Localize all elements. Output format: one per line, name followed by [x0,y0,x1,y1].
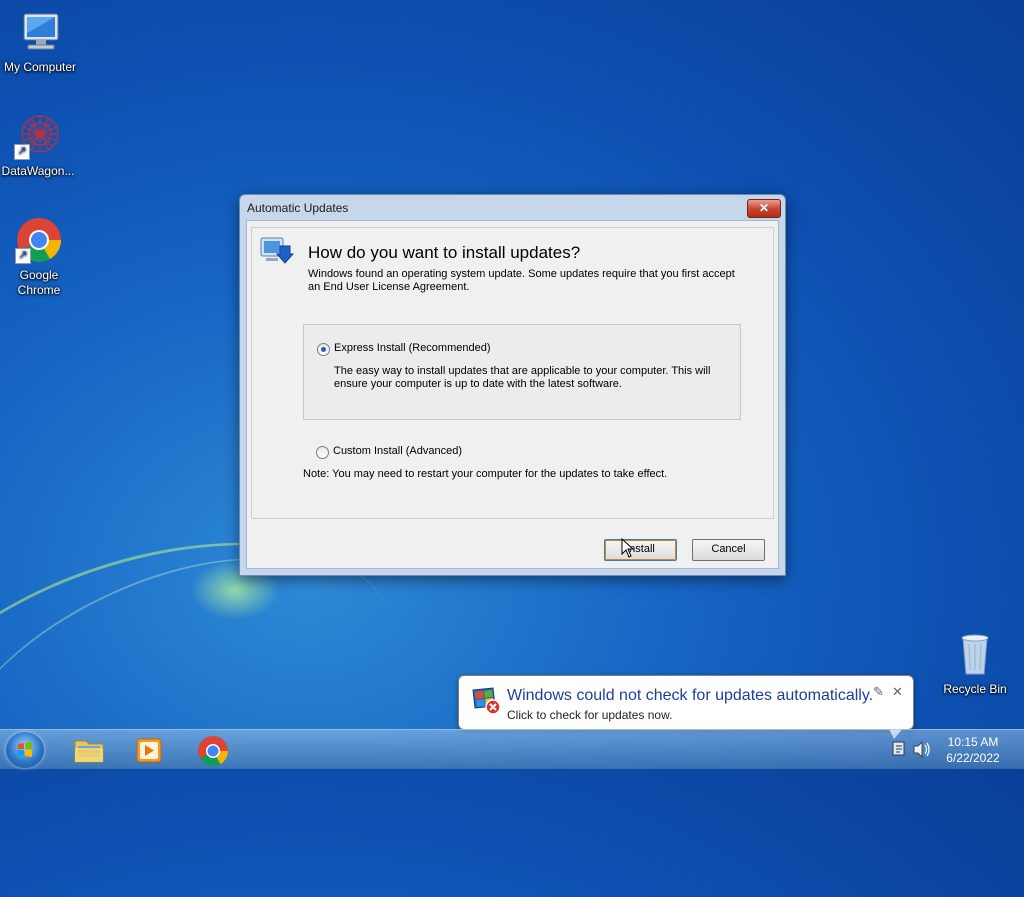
desktop-icon-my-computer[interactable]: My Computer [0,8,80,75]
cancel-button[interactable]: Cancel [692,539,765,561]
computer-icon [16,8,64,56]
media-player-icon [136,738,162,763]
desktop-icon-label: Google Chrome [17,268,61,297]
express-install-option-box: Express Install (Recommended) The easy w… [303,324,741,420]
notification-text[interactable]: Click to check for updates now. [507,708,672,722]
notification-close-icon[interactable]: ✕ [892,684,903,700]
desktop-icon-datawagon[interactable]: ↗ DataWagon... [0,112,78,179]
taskbar: 10:15 AM 6/22/2022 [0,729,1024,769]
tray-clock[interactable]: 10:15 AM 6/22/2022 [934,734,1012,766]
notification-title[interactable]: Windows could not check for updates auto… [507,687,873,705]
windows-update-icon [258,234,295,270]
custom-install-label[interactable]: Custom Install (Advanced) [333,445,462,457]
desktop-icon-google-chrome[interactable]: ↗ Google Chrome [0,216,79,298]
dialog-client-area: How do you want to install updates? Wind… [246,220,779,569]
automatic-updates-dialog: Automatic Updates ✕ How do you want to i… [239,194,786,576]
datawagon-icon: ↗ [14,112,62,160]
cancel-button-label: Cancel [711,543,746,555]
custom-install-radio[interactable] [316,446,329,459]
chrome-icon: ↗ [15,216,63,264]
close-icon: ✕ [758,201,770,215]
install-button[interactable]: Install [604,539,677,561]
windows-update-error-icon [471,686,503,716]
close-button[interactable]: ✕ [747,199,781,218]
shortcut-arrow-icon: ↗ [14,144,30,160]
dialog-title: Automatic Updates [247,201,349,215]
mouse-cursor-icon [621,538,635,558]
tray-volume[interactable] [912,730,932,769]
desktop-icon-label: My Computer [3,60,77,74]
taskbar-media-player[interactable] [124,733,174,767]
update-notification-balloon[interactable]: Windows could not check for updates auto… [458,675,914,730]
taskbar-windows-explorer[interactable] [64,733,114,767]
taskbar-google-chrome[interactable] [188,733,238,767]
notification-options-icon[interactable]: ✎ [873,684,884,700]
desktop-icon-label: Recycle Bin [943,682,1007,696]
recycle-bin-icon [951,630,999,678]
start-button[interactable] [6,732,44,768]
clock-time: 10:15 AM [947,735,999,749]
dialog-heading: How do you want to install updates? [308,243,581,262]
windows-explorer-icon [74,740,104,763]
action-center-flag-icon [892,741,905,756]
restart-note: Note: You may need to restart your compu… [303,468,668,480]
clock-date: 6/22/2022 [946,751,1000,765]
express-install-label[interactable]: Express Install (Recommended) [334,342,491,354]
speaker-icon [913,740,930,759]
tray-action-center[interactable] [892,730,908,769]
dialog-content-panel: How do you want to install updates? Wind… [251,227,774,519]
express-install-description: The easy way to install updates that are… [334,365,711,390]
shortcut-arrow-icon: ↗ [15,248,31,264]
dialog-intro-text: Windows found an operating system update… [308,268,735,293]
windows-logo-icon [18,742,32,757]
express-install-radio[interactable] [317,343,330,356]
desktop-icon-recycle-bin[interactable]: Recycle Bin [935,630,1015,697]
desktop-icon-label: DataWagon... [1,164,75,178]
dialog-titlebar[interactable]: Automatic Updates ✕ [240,195,785,219]
chrome-icon [198,736,228,767]
